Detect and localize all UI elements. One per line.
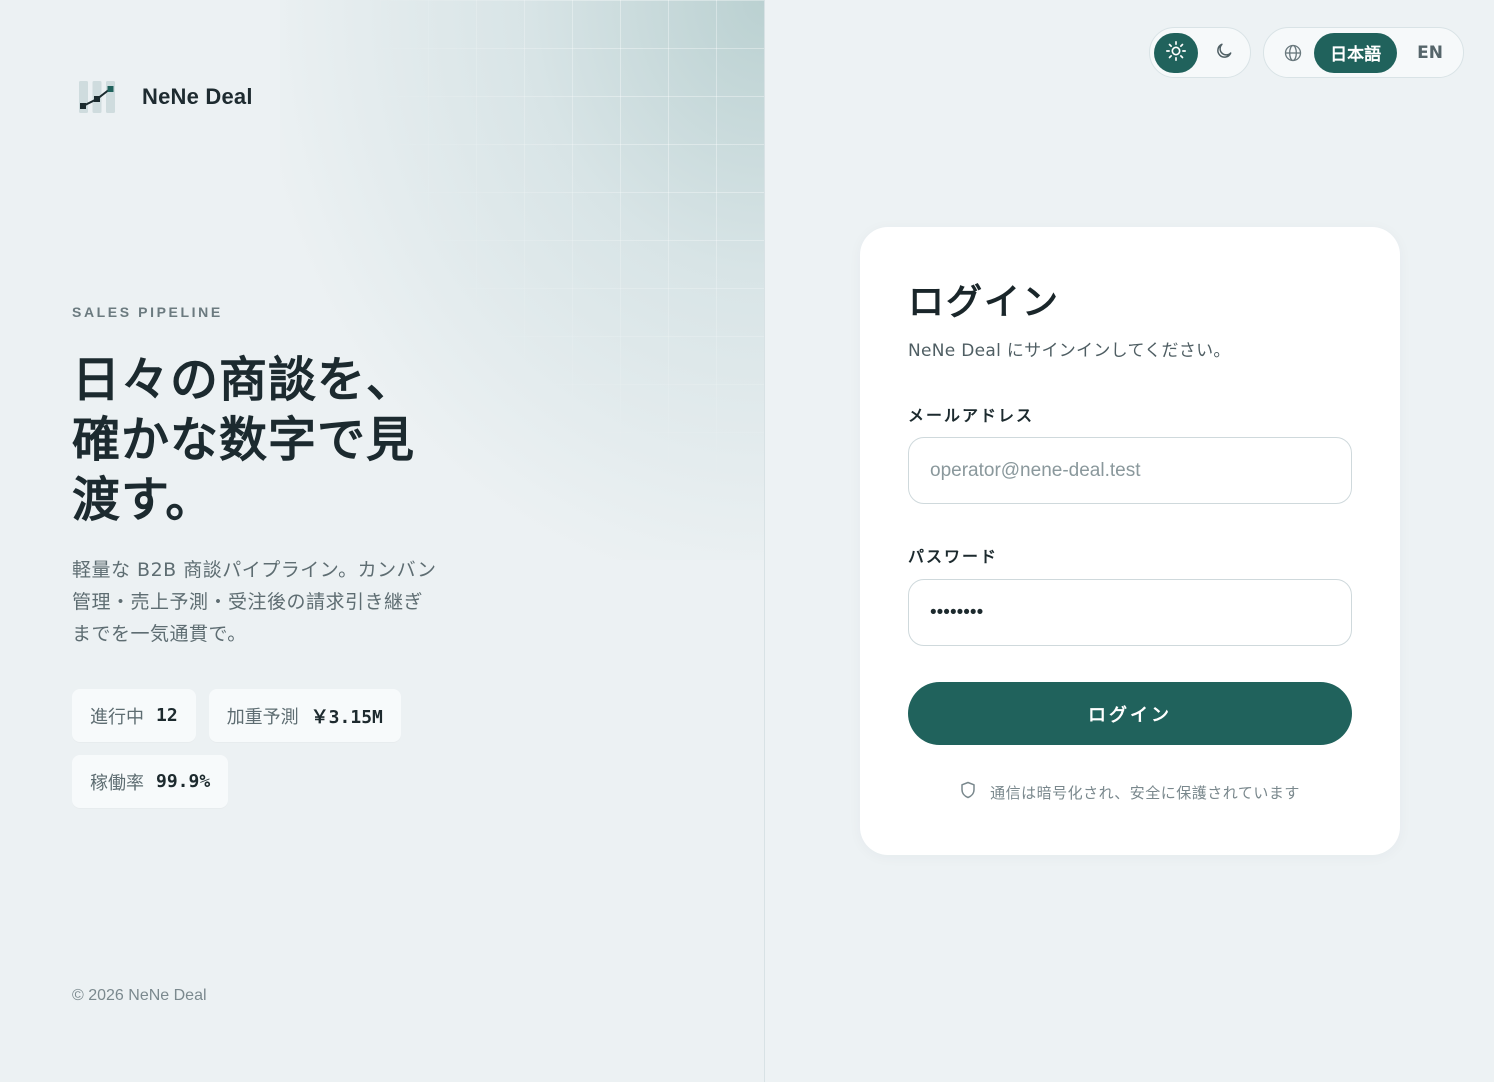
email-field[interactable] — [908, 437, 1352, 504]
stat-value: ￥3.15M — [310, 706, 383, 728]
theme-toggle — [1149, 27, 1252, 78]
logo-icon — [78, 80, 116, 114]
login-subtitle: NeNe Deal にサインインしてください。 — [908, 341, 1231, 361]
security-note: 通信は暗号化され、安全に保護されています — [860, 781, 1400, 803]
login-button[interactable]: ログイン — [908, 682, 1352, 745]
topbar: 日本語 EN — [1149, 27, 1464, 78]
stat-label: 加重予測 — [226, 706, 299, 728]
language-option-ja[interactable]: 日本語 — [1314, 32, 1398, 73]
dark-theme-button[interactable] — [1202, 33, 1246, 73]
copyright: © 2026 NeNe Deal — [72, 987, 207, 1004]
brand[interactable]: NeNe Deal — [78, 80, 253, 114]
login-card: ログイン NeNe Deal にサインインしてください。 メールアドレス パスワ… — [860, 227, 1400, 855]
light-theme-button[interactable] — [1154, 32, 1199, 73]
stat-chip-weighted-forecast: 加重予測 ￥3.15M — [208, 689, 401, 742]
hero-description: 軽量な B2B 商談パイプライン。カンバン管理・売上予測・受注後の請求引き継ぎま… — [72, 559, 437, 645]
stat-chip-uptime: 稼働率 99.9% — [72, 755, 229, 808]
stat-label: 稼働率 — [90, 772, 144, 794]
shield-icon — [960, 781, 976, 803]
brand-name: NeNe Deal — [142, 84, 253, 109]
email-label: メールアドレス — [908, 406, 1035, 425]
globe-icon — [1276, 43, 1310, 63]
moon-icon — [1214, 41, 1234, 65]
stat-value: 12 — [156, 705, 178, 726]
language-switcher: 日本語 EN — [1263, 27, 1464, 78]
sun-icon — [1165, 40, 1187, 66]
hero-panel: NeNe Deal SALES PIPELINE 日々の商談を、確かな数字で見渡… — [0, 0, 765, 1082]
password-label: パスワード — [908, 547, 999, 566]
language-option-en[interactable]: EN — [1401, 33, 1459, 73]
security-note-text: 通信は暗号化され、安全に保護されています — [990, 783, 1300, 802]
stat-label: 進行中 — [90, 706, 144, 728]
password-field[interactable] — [908, 579, 1352, 646]
stats-chips: 進行中 12 加重予測 ￥3.15M 稼働率 99.9% — [72, 689, 432, 808]
hero-eyebrow: SALES PIPELINE — [72, 304, 223, 320]
hero-headline: 日々の商談を、確かな数字で見渡す。 — [72, 352, 416, 528]
stat-chip-in-progress: 進行中 12 — [72, 689, 196, 742]
stat-value: 99.9% — [156, 771, 211, 792]
login-title: ログイン — [908, 282, 1061, 323]
